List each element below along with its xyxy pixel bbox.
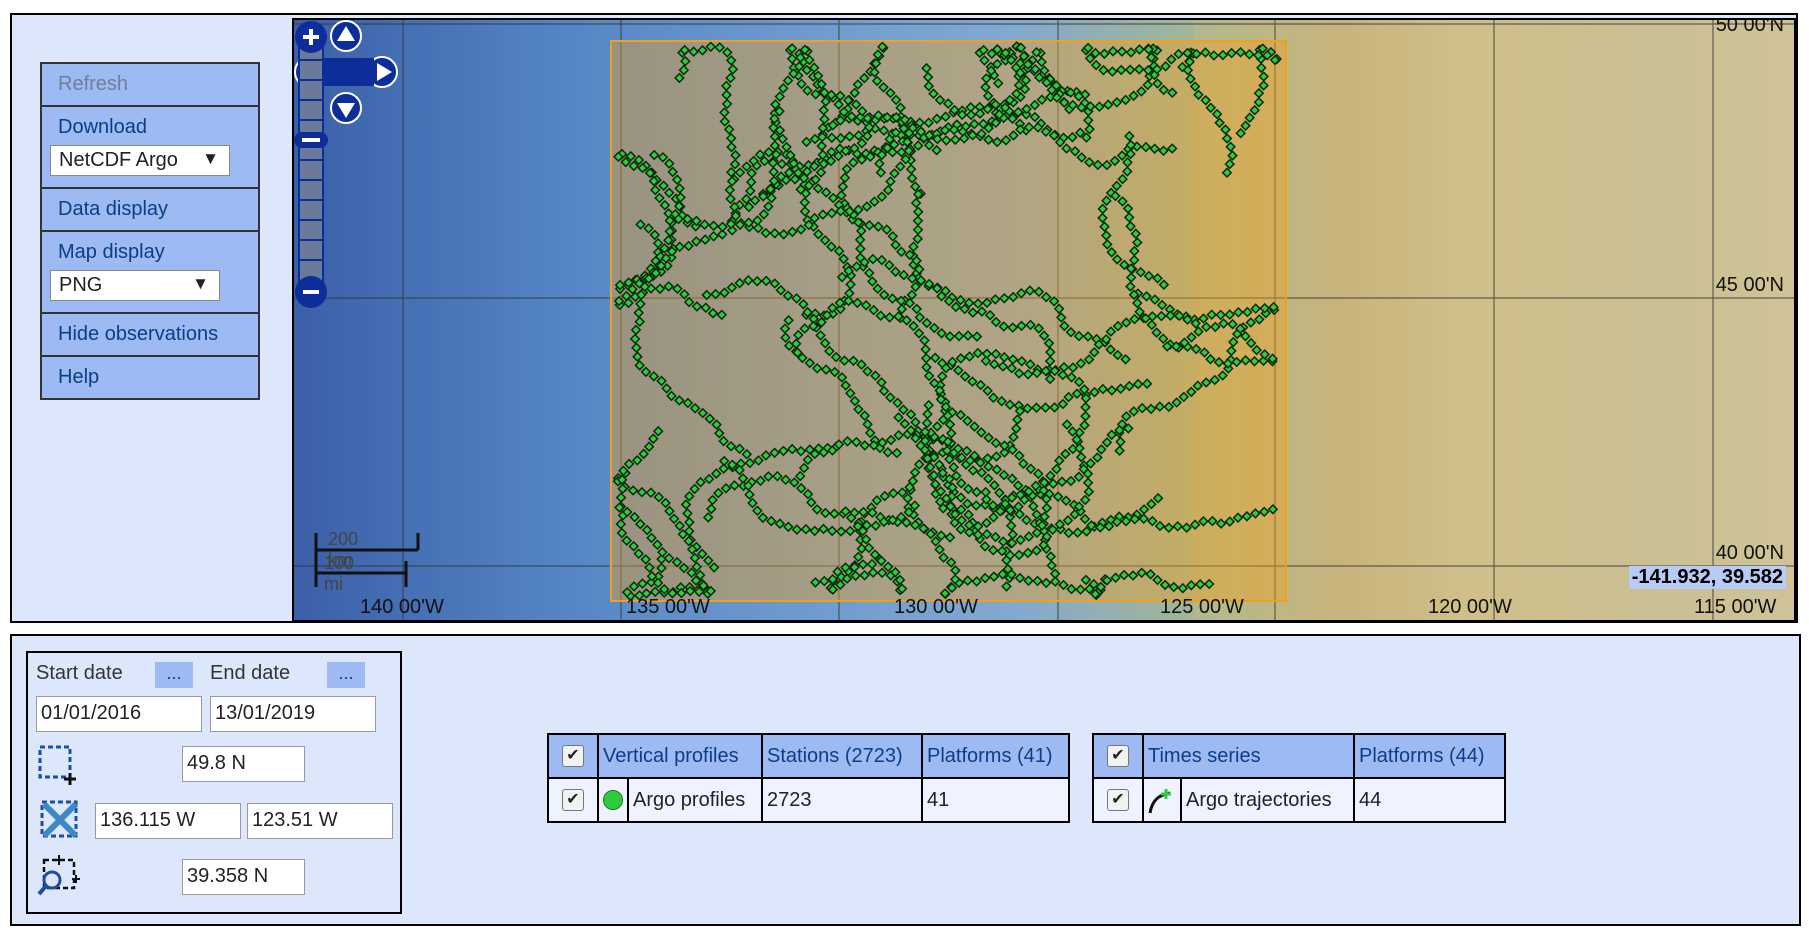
zoom-control [294, 21, 328, 308]
profiles-header-stations: Stations (2723) [761, 733, 923, 779]
start-date-label: Start date [36, 662, 123, 684]
scale-mi-label: 100 mi [324, 553, 355, 594]
profiles-select-all-checkbox[interactable]: ✔ [562, 745, 584, 768]
series-select-all-checkbox[interactable]: ✔ [1107, 745, 1129, 768]
legend-cell [597, 777, 629, 823]
lat-label: 40 00'N [1715, 542, 1784, 564]
lon-label: 140 00'W [360, 596, 444, 618]
lon-label: 135 00'W [626, 596, 710, 618]
argo-profiles-platforms: 41 [921, 777, 1070, 823]
cursor-coordinates: -141.932, 39.582 [1628, 566, 1786, 589]
select-box-icon[interactable] [36, 743, 80, 787]
argo-trajectories-platforms: 44 [1353, 777, 1506, 823]
download-format-select[interactable]: NetCDF Argo ▼ [50, 145, 230, 176]
lon-label: 120 00'W [1428, 596, 1512, 618]
zoom-out-icon[interactable] [295, 276, 327, 308]
map-view[interactable]: 50 00'N 45 00'N 40 00'N 140 00'W 135 00'… [292, 18, 1796, 622]
map-display-button[interactable]: Map display [58, 241, 242, 264]
download-button[interactable]: Download [58, 116, 242, 139]
zoom-slider-icon[interactable] [294, 132, 328, 148]
legend-cell [1142, 777, 1182, 823]
series-select-all-cell: ✔ [1092, 733, 1144, 779]
zoom-in-icon[interactable] [295, 21, 327, 53]
series-table: ✔ Times series Platforms (44) ✔ Argo tra… [1092, 733, 1506, 823]
dropdown-arrow-icon: ▼ [202, 149, 219, 168]
argo-profiles-checkbox[interactable]: ✔ [562, 789, 584, 812]
profiles-select-all-cell: ✔ [547, 733, 599, 779]
north-bound-input[interactable]: 49.8 N [182, 746, 305, 782]
start-date-picker-button[interactable]: ... [155, 662, 193, 688]
download-format-value: NetCDF Argo [59, 149, 178, 171]
map-format-select[interactable]: PNG ▼ [50, 270, 220, 301]
lon-label: 130 00'W [894, 596, 978, 618]
end-date-input[interactable]: 13/01/2019 [210, 696, 376, 732]
argo-trajectories-check-cell: ✔ [1092, 777, 1144, 823]
profiles-table: ✔ Vertical profiles Stations (2723) Plat… [547, 733, 1070, 823]
argo-trajectories-checkbox[interactable]: ✔ [1107, 789, 1129, 812]
south-bound-input[interactable]: 39.358 N [182, 859, 305, 895]
lon-label: 115 00'W [1694, 596, 1777, 618]
lat-label: 45 00'N [1715, 274, 1784, 296]
download-menu-item: Download NetCDF Argo ▼ [42, 107, 258, 189]
start-date-input[interactable]: 01/01/2016 [36, 696, 202, 732]
east-bound-input[interactable]: 123.51 W [247, 803, 393, 839]
profiles-header-title: Vertical profiles [597, 733, 763, 779]
hide-observations-button[interactable]: Hide observations [42, 314, 258, 357]
end-date-label: End date [210, 662, 291, 684]
refresh-button[interactable]: Refresh [42, 64, 258, 107]
lat-label: 50 00'N [1715, 18, 1784, 36]
west-bound-input[interactable]: 136.115 W [95, 803, 241, 839]
trajectory-icon [1148, 789, 1171, 814]
profiles-header-platforms: Platforms (41) [921, 733, 1070, 779]
map-canvas [294, 20, 1794, 620]
argo-profiles-check-cell: ✔ [547, 777, 599, 823]
series-header-platforms: Platforms (44) [1353, 733, 1506, 779]
end-date-picker-button[interactable]: ... [327, 662, 365, 688]
data-display-button[interactable]: Data display [42, 189, 258, 232]
zoom-box-icon[interactable] [36, 854, 80, 898]
argo-profiles-stations: 2723 [761, 777, 923, 823]
argo-profiles-label: Argo profiles [627, 777, 763, 823]
side-menu: Refresh Download NetCDF Argo ▼ Data disp… [40, 62, 260, 400]
clear-box-icon[interactable] [38, 798, 82, 842]
help-button[interactable]: Help [42, 357, 258, 398]
green-dot-icon [603, 790, 623, 811]
map-format-value: PNG [59, 274, 103, 296]
lon-label: 125 00'W [1160, 596, 1244, 618]
dropdown-arrow-icon: ▼ [192, 274, 209, 293]
map-display-menu-item: Map display PNG ▼ [42, 232, 258, 314]
argo-trajectories-label: Argo trajectories [1180, 777, 1355, 823]
series-header-title: Times series [1142, 733, 1355, 779]
